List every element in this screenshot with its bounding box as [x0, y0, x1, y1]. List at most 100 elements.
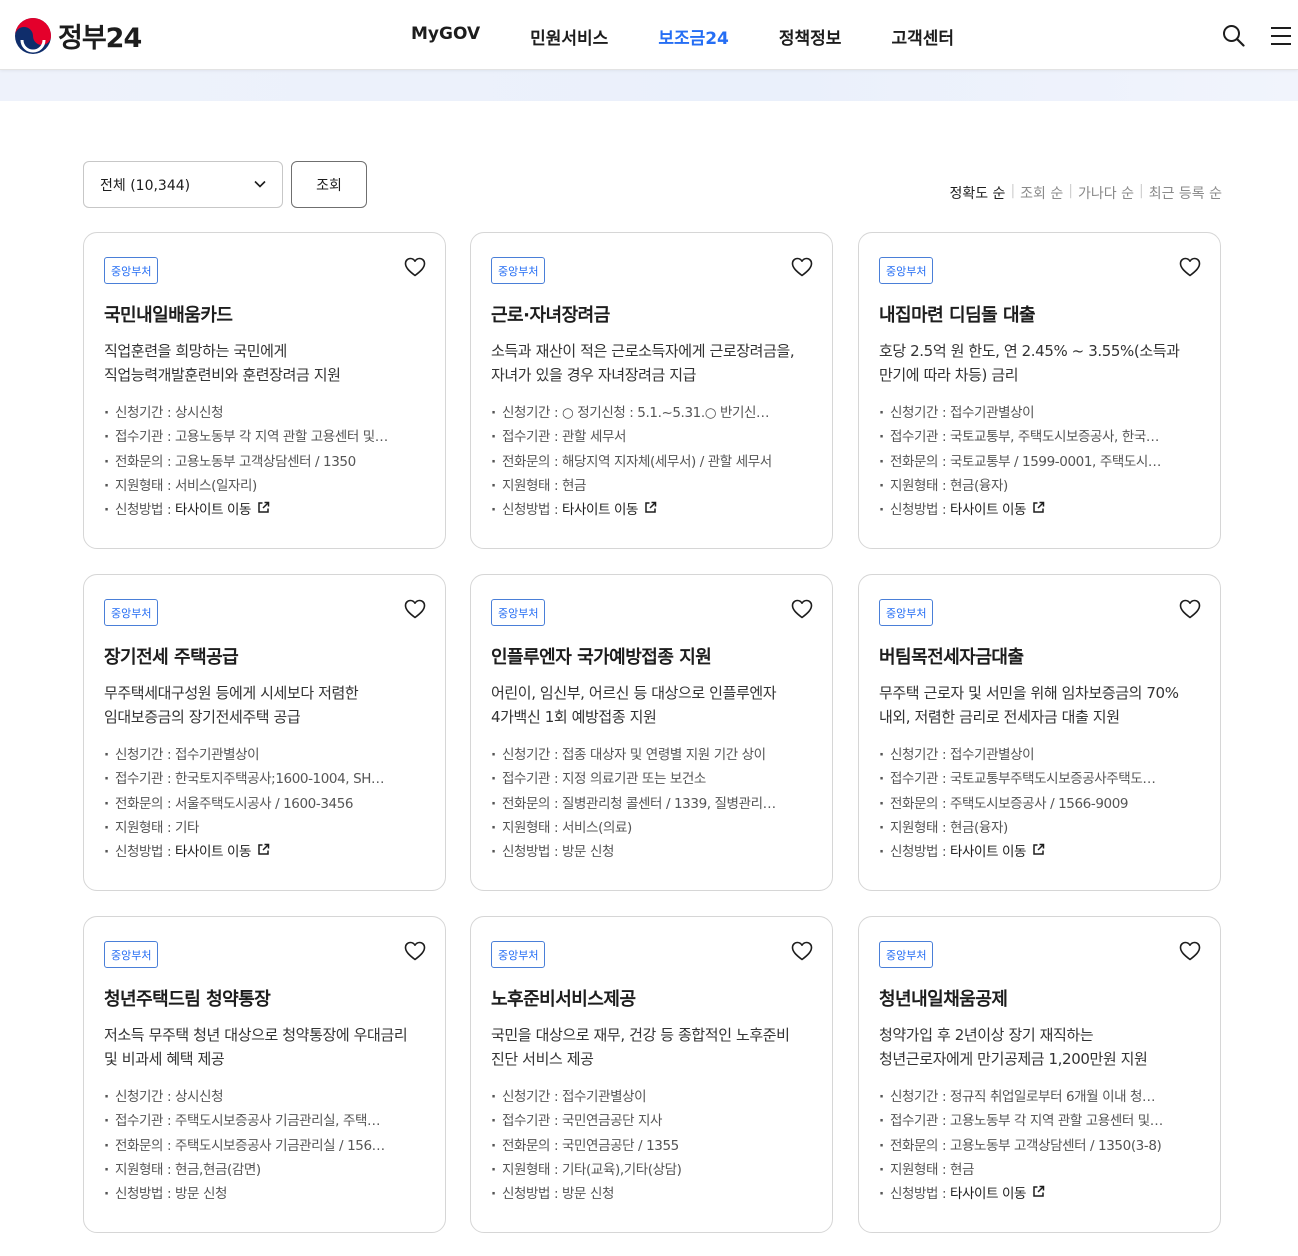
external-site-link[interactable]: 타사이트 이동 — [175, 498, 270, 522]
heart-icon[interactable] — [1179, 941, 1201, 965]
info-type: 지원형태 : 현금,현금(감면) — [104, 1158, 429, 1182]
info-method: 신청방법 : 타사이트 이동 — [491, 498, 816, 522]
info-value: 고용노동부 각 지역 관할 고용센터 및… — [950, 1113, 1163, 1130]
search-button[interactable]: 조회 — [291, 161, 367, 208]
external-link-icon — [644, 498, 657, 522]
subsidy-card[interactable]: 중앙부처 청년주택드림 청약통장 저소득 무주택 청년 대상으로 청약통장에 우대금… — [83, 916, 446, 1233]
sort-options: 정확도 순 | 조회 순 | 가나다 순 | 최근 등록 순 — [949, 183, 1222, 203]
card-title[interactable]: 국민내일배움카드 — [104, 301, 233, 327]
info-label: 신청방법 : — [502, 1186, 563, 1203]
info-label: 전화문의 : — [890, 1137, 951, 1154]
info-value: 고용노동부 고객상담센터 / 1350 — [175, 453, 356, 470]
info-label: 접수기관 : — [502, 1113, 563, 1130]
sort-divider: | — [1138, 183, 1144, 199]
external-link-icon — [257, 498, 270, 522]
subsidy-card[interactable]: 중앙부처 청년내일채움공제 청약가입 후 2년이상 장기 재직하는 청년근로자에게 만… — [858, 916, 1221, 1233]
card-title[interactable]: 청년주택드림 청약통장 — [104, 985, 271, 1011]
info-label: 지원형태 : — [502, 819, 563, 836]
sort-alphabetical[interactable]: 가나다 순 — [1078, 183, 1134, 203]
card-description-line: 내외, 저렴한 금리로 전세자금 대출 지원 — [879, 708, 1120, 726]
ministry-badge: 중앙부처 — [879, 599, 934, 626]
info-value: 기타(교육),기타(상담) — [562, 1161, 682, 1178]
card-description-line: 및 비과세 혜택 제공 — [104, 1050, 225, 1068]
info-label: 접수기관 : — [115, 429, 176, 446]
subsidy-card[interactable]: 중앙부처버팀목전세자금대출무주택 근로자 및 서민을 위해 임차보증금의 70%… — [858, 574, 1221, 891]
sort-recent[interactable]: 최근 등록 순 — [1149, 183, 1222, 203]
card-info-list: 신청기간 : 상시신청접수기관 : 고용노동부 각 지역 관할 고용센터 및…전… — [104, 401, 429, 522]
card-info-list: 신청기간 : 접수기관별상이접수기관 : 국토교통부주택도시보증공사주택도…전화… — [879, 743, 1204, 864]
info-label: 전화문의 : — [890, 453, 951, 470]
info-phone: 전화문의 : 서울주택도시공사 / 1600-3456 — [104, 792, 429, 816]
nav-item-customer-center[interactable]: 고객센터 — [891, 24, 954, 49]
sort-accuracy[interactable]: 정확도 순 — [949, 183, 1005, 203]
info-agency: 접수기관 : 한국토지주택공사;1600-1004, SH… — [104, 767, 429, 791]
info-value: 서비스(의료) — [562, 819, 632, 836]
external-site-link[interactable]: 타사이트 이동 — [175, 840, 270, 864]
card-title[interactable]: 장기전세 주택공급 — [104, 643, 239, 669]
external-site-link[interactable]: 타사이트 이동 — [950, 498, 1045, 522]
info-type: 지원형태 : 현금(융자) — [879, 816, 1204, 840]
external-site-link[interactable]: 타사이트 이동 — [950, 840, 1045, 864]
heart-icon[interactable] — [404, 257, 426, 281]
card-description-line: 직업훈련을 희망하는 국민에게 — [104, 342, 287, 360]
ministry-badge: 중앙부처 — [104, 599, 159, 626]
card-title[interactable]: 인플루엔자 국가예방접종 지원 — [491, 643, 712, 669]
info-label: 전화문의 : — [890, 795, 951, 812]
info-value: 타사이트 이동 — [175, 844, 252, 861]
subsidy-card[interactable]: 중앙부처 노후준비서비스제공 국민을 대상으로 재무, 건강 등 종합적인 노후준비… — [470, 916, 833, 1233]
heart-icon[interactable] — [791, 599, 813, 623]
info-label: 지원형태 : — [890, 1161, 951, 1178]
info-method: 신청방법 : 방문 신청 — [104, 1182, 429, 1206]
subsidy-card[interactable]: 중앙부처 내집마련 디딤돌 대출 호당 2.5억 원 한도, 연 2.45% ~ 3… — [858, 232, 1221, 549]
info-method: 신청방법 : 타사이트 이동 — [879, 840, 1204, 864]
card-title[interactable]: 내집마련 디딤돌 대출 — [879, 301, 1036, 327]
subsidy-card[interactable]: 중앙부처 장기전세 주택공급 무주택세대구성원 등에게 시세보다 저렴한 임대보증금의… — [83, 574, 446, 891]
card-title[interactable]: 버팀목전세자금대출 — [879, 643, 1024, 669]
subsidy-card[interactable]: 중앙부처 국민내일배움카드 직업훈련을 희망하는 국민에게 직업능력개발훈련비와 훈련… — [83, 232, 446, 549]
category-select[interactable]: 전체 (10,344) — [83, 161, 283, 208]
subsidy-card[interactable]: 중앙부처 근로·자녀장려금 소득과 재산이 적은 근로소득자에게 근로장려금을, 자녀… — [470, 232, 833, 549]
subsidy-card[interactable]: 중앙부처 인플루엔자 국가예방접종 지원 어린이, 임신부, 어르신 등 대상으로 … — [470, 574, 833, 891]
info-label: 접수기관 : — [115, 771, 176, 788]
external-link-icon — [1032, 498, 1045, 522]
info-value: 접수기관별상이 — [950, 405, 1035, 421]
heart-icon[interactable] — [1179, 599, 1201, 623]
nav-item-subsidy24[interactable]: 보조금24 — [658, 24, 729, 49]
info-method: 신청방법 : 방문 신청 — [491, 840, 816, 864]
card-title[interactable]: 근로·자녀장려금 — [491, 301, 610, 327]
card-description: 저소득 무주택 청년 대상으로 청약통장에 우대금리및 비과세 혜택 제공 — [104, 1023, 429, 1071]
menu-icon[interactable] — [1270, 26, 1292, 46]
info-value: 타사이트 이동 — [950, 1186, 1027, 1203]
info-agency: 접수기관 : 국민연금공단 지사 — [491, 1109, 816, 1133]
ministry-badge: 중앙부처 — [491, 257, 546, 284]
site-logo[interactable]: 정부24 — [14, 16, 142, 55]
heart-icon[interactable] — [404, 599, 426, 623]
taegeuk-logo-icon — [15, 17, 51, 54]
nav-item-policy-info[interactable]: 정책정보 — [779, 24, 842, 49]
info-value: ○ 정기신청 : 5.1.~5.31.○ 반기신… — [562, 405, 770, 421]
external-site-link[interactable]: 타사이트 이동 — [950, 1182, 1045, 1206]
card-title[interactable]: 청년내일채움공제 — [879, 985, 1008, 1011]
info-value: 고용노동부 각 지역 관할 고용센터 및… — [175, 429, 388, 446]
info-value: 접수기관별상이 — [175, 747, 260, 763]
card-info-list: 신청기간 : ○ 정기신청 : 5.1.~5.31.○ 반기신…접수기관 : 관… — [491, 401, 816, 522]
external-site-link[interactable]: 타사이트 이동 — [562, 498, 657, 522]
info-label: 지원형태 : — [890, 477, 951, 494]
heart-icon[interactable] — [404, 941, 426, 965]
card-description-line: 자녀가 있을 경우 자녀장려금 지급 — [491, 366, 697, 384]
info-label: 신청방법 : — [115, 502, 176, 519]
info-value: 주택도시보증공사 기금관리실, 주택… — [175, 1113, 381, 1130]
heart-icon[interactable] — [1179, 257, 1201, 281]
nav-item-mygov[interactable]: MyGOV — [411, 24, 480, 49]
info-value: 관할 세무서 — [562, 429, 627, 446]
heart-icon[interactable] — [791, 941, 813, 965]
search-icon[interactable] — [1222, 24, 1245, 47]
heart-icon[interactable] — [791, 257, 813, 281]
info-agency: 접수기관 : 고용노동부 각 지역 관할 고용센터 및… — [104, 425, 429, 449]
sort-views[interactable]: 조회 순 — [1020, 183, 1063, 203]
card-description-line: 무주택 근로자 및 서민을 위해 임차보증금의 70% — [879, 684, 1179, 702]
info-value: 접종 대상자 및 연령별 지원 기간 상이 — [562, 747, 766, 763]
card-title[interactable]: 노후준비서비스제공 — [491, 985, 636, 1011]
nav-item-civil-service[interactable]: 민원서비스 — [530, 24, 608, 49]
card-description-line: 저소득 무주택 청년 대상으로 청약통장에 우대금리 — [104, 1026, 408, 1044]
